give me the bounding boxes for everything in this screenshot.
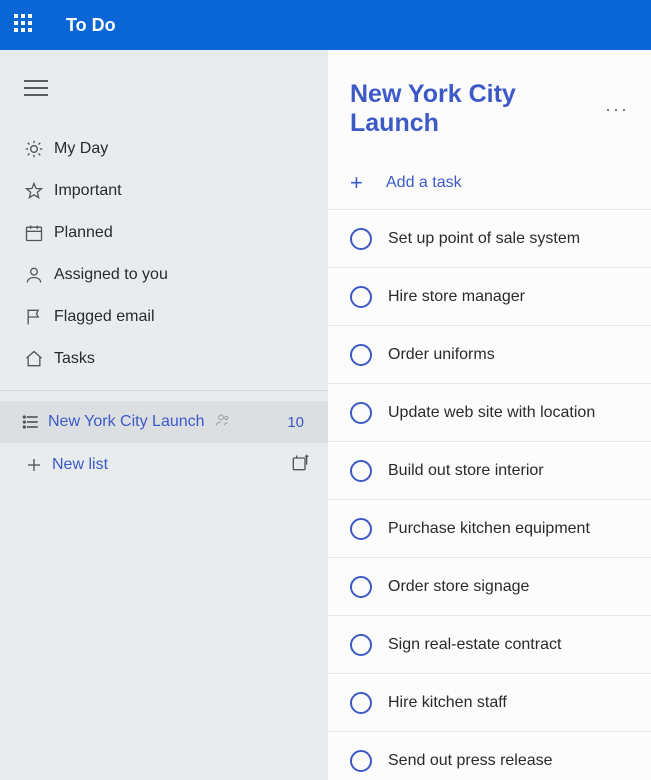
new-group-icon[interactable] [290,453,310,478]
task-complete-circle[interactable] [350,518,372,540]
task-title: Order store signage [388,578,529,596]
task-complete-circle[interactable] [350,286,372,308]
sidebar-item-planned[interactable]: Planned [0,212,328,254]
app-header: To Do [0,0,651,50]
task-title: Order uniforms [388,346,495,364]
task-complete-circle[interactable] [350,576,372,598]
sidebar-item-label: Assigned to you [54,266,168,284]
sidebar-divider [0,390,328,391]
calendar-icon [20,223,48,243]
task-list: Set up point of sale system Hire store ma… [328,210,651,780]
list-options-button[interactable]: ··· [605,99,629,120]
task-complete-circle[interactable] [350,460,372,482]
main-pane: New York City Launch ··· + Add a task Se… [328,50,651,780]
task-row[interactable]: Order uniforms [328,326,651,384]
sidebar-item-my-day[interactable]: My Day [0,128,328,170]
task-row[interactable]: Hire store manager [328,268,651,326]
plus-icon [20,456,48,474]
add-task-input[interactable]: + Add a task [328,156,651,210]
sidebar-item-flagged[interactable]: Flagged email [0,296,328,338]
list-icon [14,412,48,432]
task-complete-circle[interactable] [350,750,372,772]
plus-icon: + [350,170,380,196]
sun-icon [20,139,48,159]
new-list-label: New list [52,456,108,474]
task-row[interactable]: Order store signage [328,558,651,616]
task-title: Hire kitchen staff [388,694,507,712]
task-title: Sign real-estate contract [388,636,561,654]
add-task-placeholder: Add a task [386,174,462,192]
task-row[interactable]: Sign real-estate contract [328,616,651,674]
star-icon [20,181,48,201]
task-complete-circle[interactable] [350,634,372,656]
task-title: Hire store manager [388,288,525,306]
sidebar-item-label: Tasks [54,350,95,368]
task-title: Purchase kitchen equipment [388,520,590,538]
task-row[interactable]: Build out store interior [328,442,651,500]
new-list-button[interactable]: New list [0,443,328,487]
task-title: Update web site with location [388,404,595,422]
sidebar-item-label: My Day [54,140,108,158]
sidebar-list-label: New York City Launch [48,413,205,431]
task-complete-circle[interactable] [350,228,372,250]
task-complete-circle[interactable] [350,344,372,366]
task-row[interactable]: Send out press release [328,732,651,780]
flag-icon [20,307,48,327]
sidebar: My Day Important Planned [0,50,328,780]
home-icon [20,349,48,369]
task-row[interactable]: Hire kitchen staff [328,674,651,732]
task-count: 10 [287,414,310,431]
app-launcher-icon[interactable] [14,14,36,36]
task-row[interactable]: Purchase kitchen equipment [328,500,651,558]
list-title: New York City Launch [350,80,587,138]
task-complete-circle[interactable] [350,692,372,714]
sidebar-item-label: Planned [54,224,113,242]
sidebar-list-nyc-launch[interactable]: New York City Launch 10 [0,401,328,443]
task-title: Send out press release [388,752,553,770]
task-title: Build out store interior [388,462,544,480]
task-title: Set up point of sale system [388,230,580,248]
hamburger-icon[interactable] [24,80,48,96]
sidebar-item-label: Important [54,182,122,200]
people-icon [215,412,231,433]
task-complete-circle[interactable] [350,402,372,424]
sidebar-item-important[interactable]: Important [0,170,328,212]
person-icon [20,265,48,285]
sidebar-item-assigned[interactable]: Assigned to you [0,254,328,296]
sidebar-item-label: Flagged email [54,308,155,326]
task-row[interactable]: Set up point of sale system [328,210,651,268]
list-header: New York City Launch ··· [328,80,651,156]
sidebar-item-tasks[interactable]: Tasks [0,338,328,380]
app-title: To Do [66,15,116,36]
task-row[interactable]: Update web site with location [328,384,651,442]
